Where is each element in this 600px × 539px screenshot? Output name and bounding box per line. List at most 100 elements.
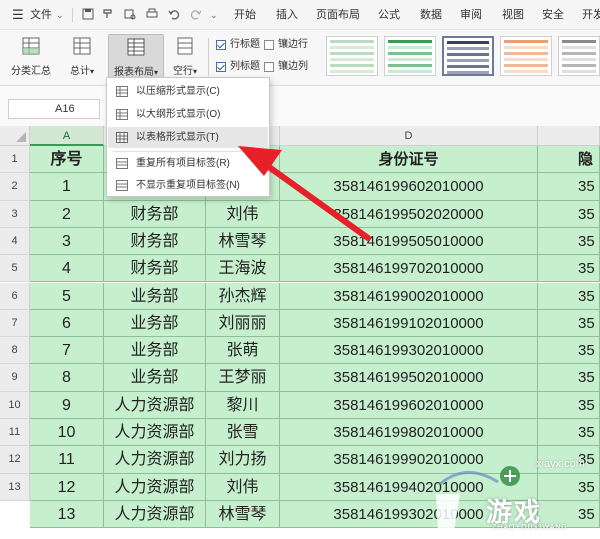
table-header-cell[interactable]: 序号 [30, 146, 104, 174]
tab-home[interactable]: 开始 [234, 0, 256, 30]
table-cell[interactable]: 刘伟 [206, 200, 280, 228]
table-cell[interactable]: 358146199302010000 [280, 337, 538, 365]
column-header-a[interactable]: A [30, 126, 104, 146]
total-button[interactable]: 总计▾ [62, 34, 102, 80]
file-menu[interactable]: 文件 [30, 0, 52, 30]
table-cell[interactable]: 刘伟 [206, 473, 280, 501]
table-cell[interactable]: 6 [30, 309, 104, 338]
banded-rows-checkbox[interactable]: 镶边行 [264, 38, 308, 52]
pivot-style-green[interactable] [384, 36, 436, 76]
table-cell[interactable]: 358146199802010000 [280, 419, 538, 447]
table-cell[interactable]: 张雪 [206, 419, 280, 447]
table-cell[interactable]: 13 [30, 500, 104, 529]
row-header[interactable]: 13 [0, 473, 30, 501]
row-header[interactable]: 7 [0, 309, 30, 338]
quick-access-chevron-icon[interactable]: ⌄ [210, 0, 218, 30]
hamburger-menu-icon[interactable]: ☰ [12, 0, 24, 30]
table-cell[interactable]: 35 [538, 200, 600, 228]
tab-security[interactable]: 安全 [542, 0, 564, 30]
table-cell[interactable]: 王梦丽 [206, 364, 280, 392]
report-layout-button[interactable]: 报表布局▾ [108, 34, 164, 80]
table-cell[interactable]: 刘力扬 [206, 446, 280, 474]
format-painter-icon[interactable] [102, 8, 114, 20]
table-cell[interactable]: 35 [538, 337, 600, 365]
menu-item-no-repeat-labels[interactable]: 不显示重复项目标签(N) [108, 175, 268, 196]
banded-cols-checkbox[interactable]: 镶边列 [264, 60, 308, 74]
table-cell[interactable]: 王海波 [206, 255, 280, 283]
table-cell[interactable]: 林雪琴 [206, 500, 280, 529]
column-header-d[interactable]: D [280, 126, 538, 146]
table-cell[interactable]: 358146199505010000 [280, 227, 538, 256]
row-header[interactable]: 2 [0, 173, 30, 201]
table-cell[interactable]: 人力资源部 [104, 500, 206, 529]
table-cell[interactable]: 5 [30, 282, 104, 310]
table-cell[interactable]: 8 [30, 364, 104, 392]
table-cell[interactable]: 35 [538, 282, 600, 310]
row-header[interactable]: 12 [0, 446, 30, 474]
table-cell[interactable]: 财务部 [104, 227, 206, 256]
tab-formulas[interactable]: 公式 [378, 0, 400, 30]
table-cell[interactable]: 黎川 [206, 391, 280, 419]
undo-icon[interactable] [168, 8, 180, 20]
table-cell[interactable]: 35 [538, 173, 600, 201]
pivot-style-gray[interactable] [558, 36, 600, 76]
table-cell[interactable]: 业务部 [104, 364, 206, 392]
table-cell[interactable]: 7 [30, 337, 104, 365]
table-cell[interactable]: 358146199502010000 [280, 364, 538, 392]
menu-item-repeat-labels[interactable]: 重复所有项目标签(R) [108, 153, 268, 174]
table-cell[interactable]: 业务部 [104, 309, 206, 338]
table-cell[interactable]: 人力资源部 [104, 473, 206, 501]
table-cell[interactable]: 9 [30, 391, 104, 419]
file-menu-chevron-icon[interactable]: ⌄ [56, 0, 64, 30]
menu-item-outline-form[interactable]: 以大纲形式显示(O) [108, 104, 268, 125]
table-cell[interactable]: 358146199602010000 [280, 391, 538, 419]
table-cell[interactable]: 3 [30, 227, 104, 256]
table-cell[interactable]: 358146199702010000 [280, 255, 538, 283]
print-icon[interactable] [146, 8, 158, 20]
tab-page-layout[interactable]: 页面布局 [316, 0, 360, 30]
pivot-style-dark[interactable] [442, 36, 494, 76]
row-header[interactable]: 5 [0, 255, 30, 283]
table-cell[interactable]: 财务部 [104, 200, 206, 228]
table-cell[interactable]: 358146199602010000 [280, 173, 538, 201]
row-header-checkbox[interactable]: 行标题 [216, 38, 260, 52]
table-cell[interactable]: 林雪琴 [206, 227, 280, 256]
pivot-style-orange[interactable] [500, 36, 552, 76]
table-cell[interactable]: 35 [538, 364, 600, 392]
row-header[interactable]: 9 [0, 364, 30, 392]
tab-review[interactable]: 审阅 [460, 0, 482, 30]
table-cell[interactable]: 1 [30, 173, 104, 201]
table-cell[interactable]: 孙杰辉 [206, 282, 280, 310]
column-header-e[interactable] [538, 126, 600, 146]
table-cell[interactable]: 11 [30, 446, 104, 474]
menu-item-tabular-form[interactable]: 以表格形式显示(T) [108, 127, 268, 148]
table-cell[interactable]: 人力资源部 [104, 446, 206, 474]
print-preview-icon[interactable] [124, 8, 136, 20]
tab-developer[interactable]: 开发 [582, 0, 600, 30]
table-header-cell[interactable]: 身份证号 [280, 146, 538, 174]
table-cell[interactable]: 35 [538, 227, 600, 256]
table-cell[interactable]: 财务部 [104, 255, 206, 283]
table-cell[interactable]: 358146199502020000 [280, 200, 538, 228]
table-header-cell[interactable]: 隐 [538, 146, 600, 174]
table-cell[interactable]: 35 [538, 391, 600, 419]
table-cell[interactable]: 35 [538, 419, 600, 447]
row-header[interactable]: 6 [0, 282, 30, 310]
tab-insert[interactable]: 插入 [276, 0, 298, 30]
table-cell[interactable]: 人力资源部 [104, 391, 206, 419]
row-header[interactable]: 4 [0, 227, 30, 256]
table-cell[interactable]: 10 [30, 419, 104, 447]
subtotal-button[interactable]: 分类汇总 [6, 34, 56, 80]
blank-row-button[interactable]: 空行▾ [168, 34, 202, 80]
table-cell[interactable]: 业务部 [104, 337, 206, 365]
select-all-corner[interactable] [0, 126, 30, 146]
table-cell[interactable]: 35 [538, 255, 600, 283]
table-cell[interactable]: 12 [30, 473, 104, 501]
tab-data[interactable]: 数据 [420, 0, 442, 30]
table-cell[interactable]: 人力资源部 [104, 419, 206, 447]
save-icon[interactable] [82, 8, 94, 20]
tab-view[interactable]: 视图 [502, 0, 524, 30]
pivot-style-light-green[interactable] [326, 36, 378, 76]
redo-icon[interactable] [190, 8, 202, 20]
table-cell[interactable]: 358146199002010000 [280, 282, 538, 310]
